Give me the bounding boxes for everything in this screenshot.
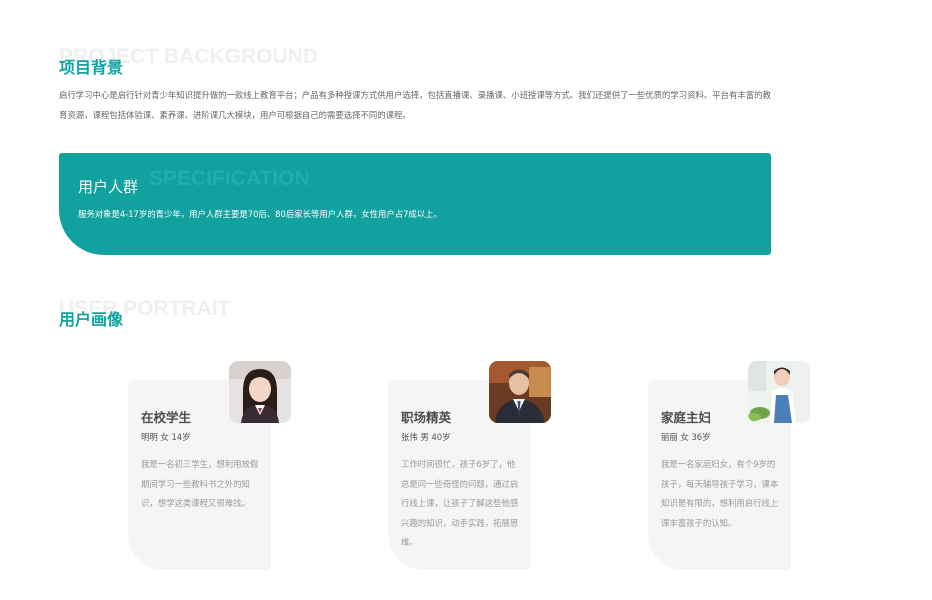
- background-description: 启行学习中心是启行针对青少年知识提升做的一款线上教育平台；产品有多种授课方式供用…: [59, 90, 771, 120]
- persona-description: 工作时间很忙，孩子6岁了，他总是问一些奇怪的问题，通过启行线上课，让孩子了解这些…: [401, 459, 519, 547]
- avatar-housewife-photo: [748, 361, 810, 423]
- specification-title-en: SPECIFICATION: [149, 167, 310, 190]
- persona-role: 职场精英: [401, 410, 452, 425]
- portrait-title: 用户画像: [59, 310, 124, 329]
- persona-description: 我是一名家庭妇女，有个9岁的孩子，每天辅导孩子学习，课本知识是有限的，想利用启行…: [661, 459, 779, 528]
- persona-description: 我是一名初三学生，想利用放假期间学习一些教科书之外的知识，想学这类课程又很难找。: [141, 459, 259, 508]
- persona-meta: 张伟 男 40岁: [401, 432, 451, 442]
- user-group-card: SPECIFICATION 用户人群 服务对象是4-17岁的青少年，用户人群主要…: [59, 153, 771, 255]
- persona-role: 在校学生: [141, 410, 192, 425]
- persona-meta: 明明 女 14岁: [141, 432, 191, 442]
- persona-role: 家庭主妇: [661, 410, 712, 425]
- user-group-description: 服务对象是4-17岁的青少年，用户人群主要是70后、80后家长等用户人群，女性用…: [78, 209, 442, 219]
- user-group-title: 用户人群: [78, 178, 139, 196]
- background-title: 项目背景: [59, 58, 124, 77]
- avatar-professional-photo: [489, 361, 551, 423]
- avatar-student-photo: [229, 361, 291, 423]
- persona-meta: 丽丽 女 36岁: [661, 432, 711, 442]
